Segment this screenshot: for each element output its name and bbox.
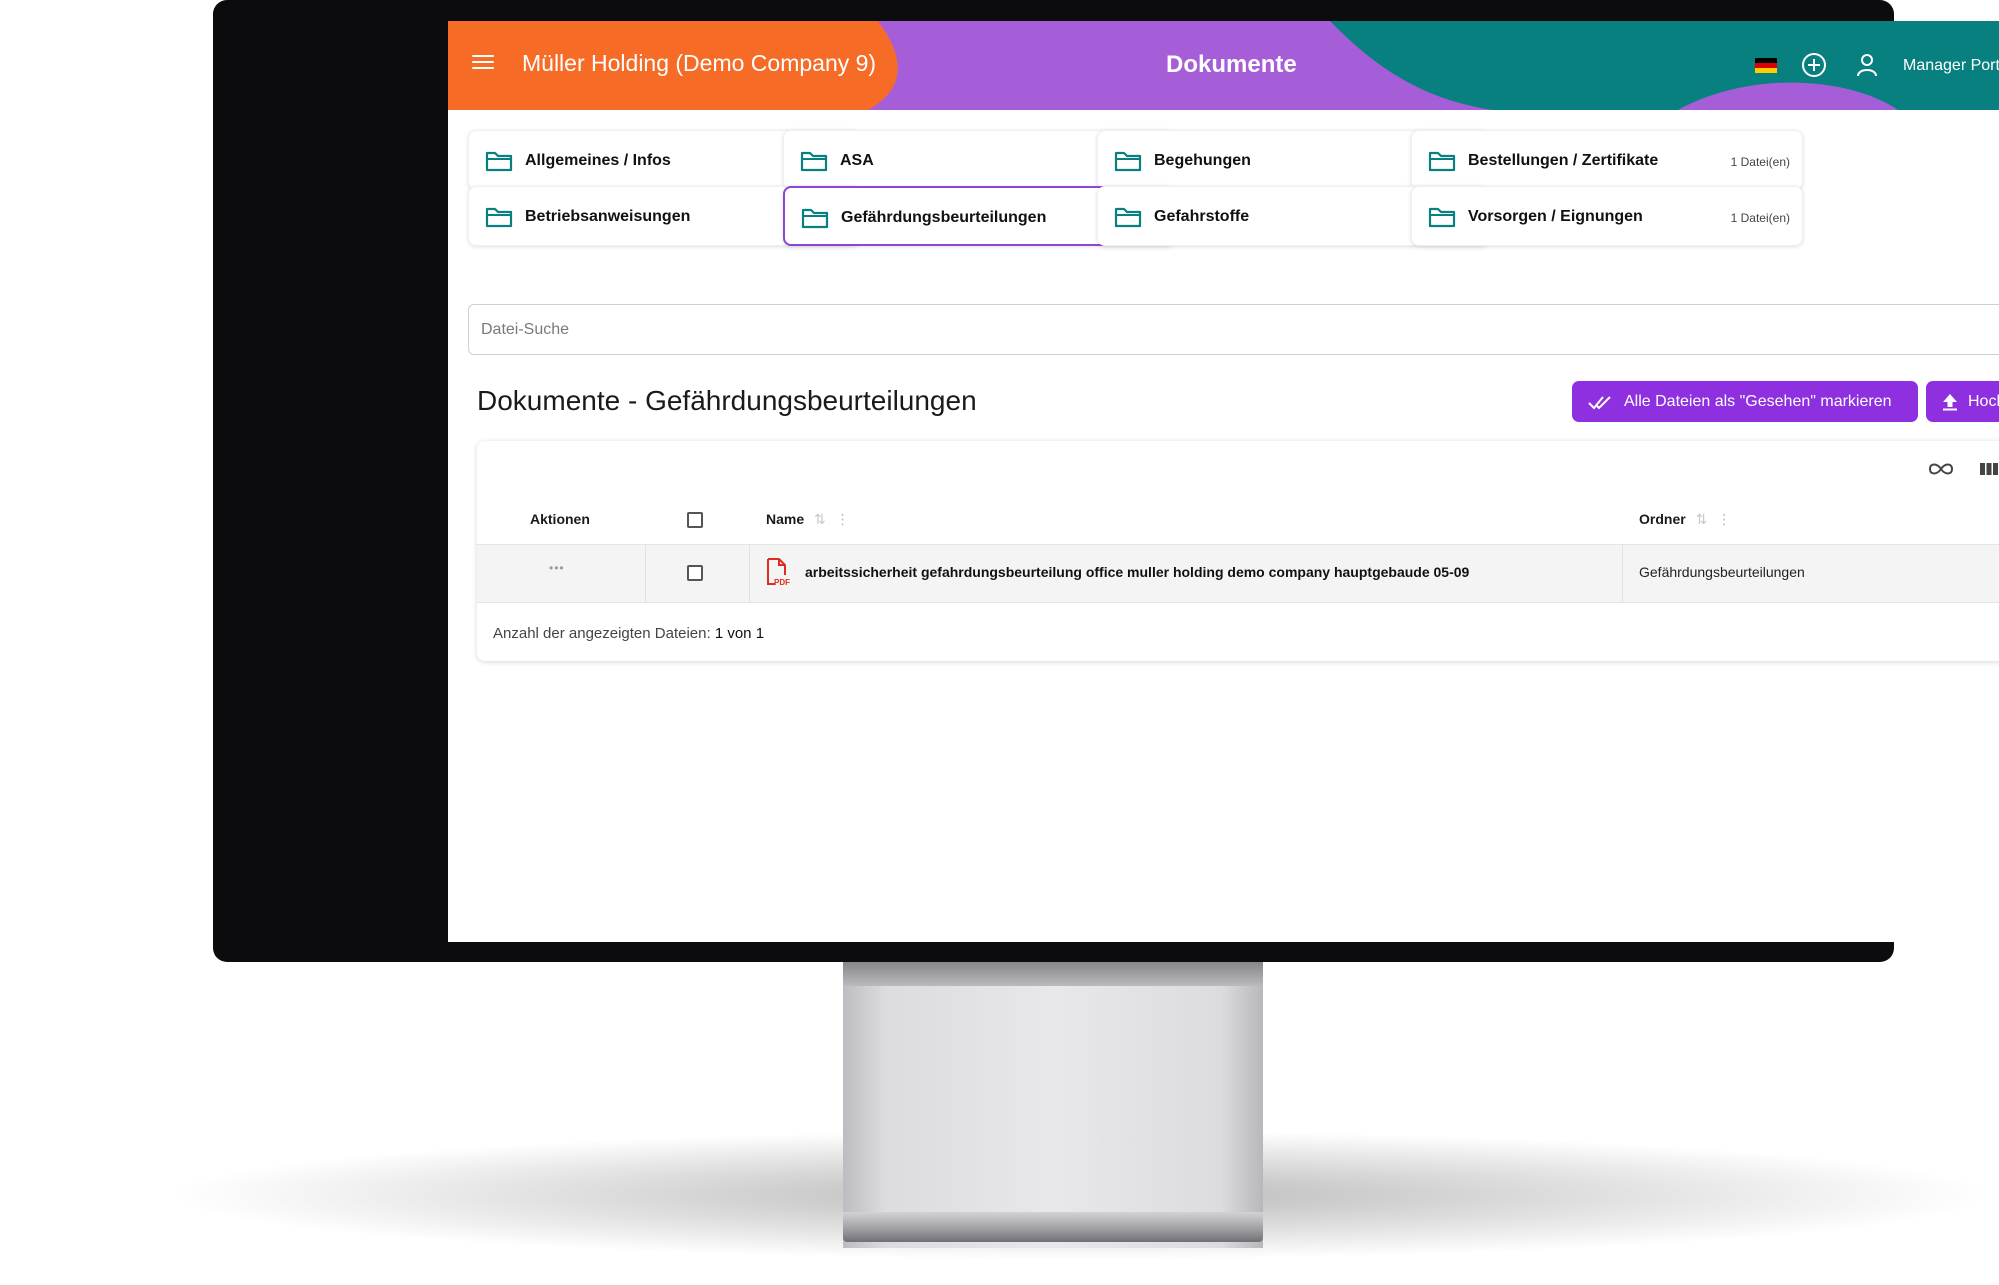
- table-row[interactable]: ••• PDF arbeitssicherheit gefahrdungsbeu…: [477, 544, 1999, 603]
- search-input[interactable]: [468, 304, 1999, 355]
- column-header-folder[interactable]: Ordner ⇅ ⋮: [1639, 511, 1731, 528]
- section-title: Dokumente - Gefährdungsbeurteilungen: [477, 385, 977, 416]
- folder-file-count: 1 Datei(en): [1730, 155, 1790, 169]
- screen: Müller Holding (Demo Company 9) Dokument…: [448, 21, 1999, 942]
- column-menu-icon[interactable]: ⋮: [836, 511, 850, 527]
- folder-icon: [485, 207, 513, 228]
- folder-icon: [801, 208, 829, 229]
- mark-all-seen-label: Alle Dateien als "Gesehen" markieren: [1624, 392, 1892, 410]
- row-actions-menu[interactable]: •••: [549, 561, 565, 575]
- folder-card[interactable]: Bestellungen / Zertifikate 1 Datei(en): [1411, 130, 1803, 190]
- folder-name: Begehungen: [1154, 152, 1251, 169]
- columns-icon[interactable]: [1975, 457, 1999, 481]
- hamburger-icon[interactable]: [472, 51, 494, 79]
- cell-divider: [749, 545, 750, 602]
- column-header-name-label: Name: [766, 511, 805, 527]
- user-icon[interactable]: [1853, 51, 1881, 79]
- manager-portal-link[interactable]: Manager Portal: [1903, 57, 1999, 75]
- file-count-value: 1 von 1: [714, 625, 765, 642]
- folder-icon: [1428, 207, 1456, 228]
- column-header-name[interactable]: Name ⇅ ⋮: [766, 511, 850, 528]
- folder-name: Gefahrstoffe: [1154, 208, 1250, 225]
- pdf-badge: PDF: [774, 578, 790, 587]
- documents-table: Aktionen Name ⇅ ⋮ Ordner ⇅ ⋮ ••• PDF arb…: [477, 441, 1999, 661]
- monitor-stand-neck: [843, 958, 1263, 986]
- cell-divider: [645, 545, 646, 602]
- select-all-checkbox[interactable]: [687, 512, 703, 528]
- column-header-folder-label: Ordner: [1639, 511, 1686, 527]
- folder-card[interactable]: Vorsorgen / Eignungen 1 Datei(en): [1411, 186, 1803, 246]
- folder-name: ASA: [840, 152, 874, 169]
- german-flag-icon[interactable]: [1755, 58, 1777, 73]
- plus-circle-icon[interactable]: [1800, 51, 1828, 79]
- folder-icon: [1428, 151, 1456, 172]
- column-header-actions: Aktionen: [530, 511, 590, 527]
- monitor-bezel: Müller Holding (Demo Company 9) Dokument…: [213, 0, 1999, 962]
- infinity-link-icon[interactable]: [1927, 457, 1955, 481]
- sort-icon[interactable]: ⇅: [814, 511, 826, 527]
- folder-file-count: 1 Datei(en): [1730, 211, 1790, 225]
- monitor-stand-base: [843, 1212, 1263, 1242]
- folder-name: Betriebsanweisungen: [525, 208, 691, 225]
- folder-name: Gefährdungsbeurteilungen: [841, 209, 1047, 226]
- row-checkbox[interactable]: [687, 565, 703, 581]
- folder-icon: [1114, 151, 1142, 172]
- table-footer: Anzahl der angezeigten Dateien: 1 von 1: [493, 625, 764, 642]
- cell-divider: [1622, 545, 1623, 602]
- row-folder: Gefährdungsbeurteilungen: [1639, 564, 1805, 580]
- folder-icon: [800, 151, 828, 172]
- upload-label: Hochladen: [1968, 392, 1999, 410]
- mark-all-seen-button[interactable]: Alle Dateien als "Gesehen" markieren: [1572, 381, 1918, 422]
- file-count-label: Anzahl der angezeigten Dateien:: [493, 625, 711, 642]
- folder-name: Allgemeines / Infos: [525, 152, 671, 169]
- upload-icon: [1943, 393, 1957, 410]
- sort-icon[interactable]: ⇅: [1696, 511, 1708, 527]
- page-title: Dokumente: [1166, 51, 1297, 78]
- column-menu-icon[interactable]: ⋮: [1717, 511, 1731, 527]
- double-check-icon: [1588, 395, 1611, 409]
- folder-icon: [485, 151, 513, 172]
- folder-icon: [1114, 207, 1142, 228]
- company-name: Müller Holding (Demo Company 9): [522, 50, 877, 76]
- folder-name: Vorsorgen / Eignungen: [1468, 208, 1643, 225]
- folder-name: Bestellungen / Zertifikate: [1468, 152, 1659, 169]
- upload-button[interactable]: Hochladen: [1926, 381, 1999, 422]
- app-header: Müller Holding (Demo Company 9) Dokument…: [448, 21, 1999, 110]
- monitor-stand: [843, 958, 1263, 1248]
- pdf-file-icon: PDF: [767, 558, 790, 587]
- file-name-link[interactable]: arbeitssicherheit gefahrdungsbeurteilung…: [805, 564, 1469, 580]
